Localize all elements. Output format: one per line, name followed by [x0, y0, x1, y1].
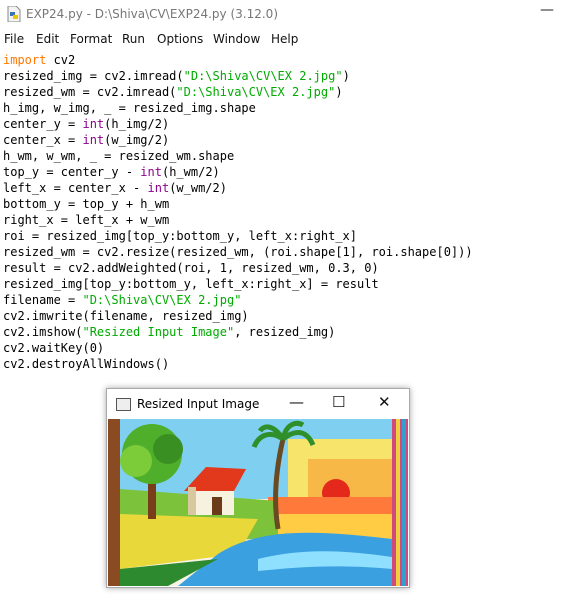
code-token: roi = resized_img[top_y:bottom_y, left_x… [3, 229, 358, 243]
code-token: (h_wm/2) [161, 165, 220, 179]
code-token: resized_img[top_y:bottom_y, left_x:right… [3, 277, 379, 291]
code-token: (w_wm/2) [169, 181, 227, 195]
code-token: result = cv2.addWeighted(roi, 1, resized… [3, 261, 379, 275]
code-token: int [82, 117, 105, 131]
code-token: "D:\Shiva\CV\EX 2.jpg" [82, 293, 242, 307]
code-text[interactable]: import cv2 resized_img = cv2.imread("D:\S… [3, 52, 473, 372]
python-file-icon [7, 6, 21, 22]
code-token: cv2.destroyAllWindows() [3, 357, 170, 371]
code-line[interactable]: cv2.imwrite(filename, resized_img) [3, 308, 473, 324]
code-token: int [82, 133, 105, 147]
code-line[interactable]: roi = resized_img[top_y:bottom_y, left_x… [3, 228, 473, 244]
code-line[interactable]: left_x = center_x - int(w_wm/2) [3, 180, 473, 196]
code-token: (w_img/2) [104, 133, 170, 147]
minimize-button[interactable]: — [540, 2, 554, 18]
image-window-minimize-button[interactable]: — [289, 393, 304, 411]
code-line[interactable]: cv2.waitKey(0) [3, 340, 473, 356]
code-line[interactable]: import cv2 [3, 52, 473, 68]
code-token: h_img, w_img, _ = resized_img.shape [3, 101, 256, 115]
code-line[interactable]: resized_img[top_y:bottom_y, left_x:right… [3, 276, 473, 292]
image-window-titlebar[interactable]: Resized Input Image — ☐ ✕ [107, 389, 409, 419]
code-token: resized_wm = cv2.imread( [3, 85, 177, 99]
code-line[interactable]: center_x = int(w_img/2) [3, 132, 473, 148]
image-window[interactable]: Resized Input Image — ☐ ✕ [106, 388, 410, 588]
code-line[interactable]: bottom_y = top_y + h_wm [3, 196, 473, 212]
code-line[interactable]: h_wm, w_wm, _ = resized_wm.shape [3, 148, 473, 164]
code-line[interactable]: resized_wm = cv2.resize(resized_wm, (roi… [3, 244, 473, 260]
menu-format[interactable]: Format [70, 32, 112, 46]
code-token: resized_img = cv2.imread( [3, 69, 184, 83]
code-token: ) [335, 85, 343, 99]
code-line[interactable]: resized_wm = cv2.imread("D:\Shiva\CV\EX … [3, 84, 473, 100]
menu-help[interactable]: Help [271, 32, 298, 46]
code-line[interactable]: right_x = left_x + w_wm [3, 212, 473, 228]
code-token: cv2.waitKey(0) [3, 341, 105, 355]
code-token: filename = [3, 293, 83, 307]
menu-options[interactable]: Options [157, 32, 203, 46]
menu-run[interactable]: Run [122, 32, 145, 46]
code-line[interactable]: resized_img = cv2.imread("D:\Shiva\CV\EX… [3, 68, 473, 84]
code-line[interactable]: cv2.destroyAllWindows() [3, 356, 473, 372]
code-line[interactable]: center_y = int(h_img/2) [3, 116, 473, 132]
code-token: cv2.imwrite(filename, resized_img) [3, 309, 249, 323]
code-token: left_x = center_x - [3, 181, 148, 195]
code-token: center_x = [3, 133, 83, 147]
code-token: center_y = [3, 117, 83, 131]
image-window-maximize-button[interactable]: ☐ [332, 393, 345, 411]
window-app-icon [116, 398, 131, 411]
code-token: , resized_img) [234, 325, 336, 339]
code-token: "D:\Shiva\CV\EX 2.jpg" [183, 69, 343, 83]
code-token: h_wm, w_wm, _ = resized_wm.shape [3, 149, 235, 163]
image-window-title: Resized Input Image [137, 397, 260, 411]
window-titlebar: EXP24.py - D:\Shiva\CV\EXP24.py (3.12.0)… [0, 0, 575, 29]
displayed-image [108, 419, 408, 586]
code-token: int [140, 165, 162, 179]
window-title: EXP24.py - D:\Shiva\CV\EXP24.py (3.12.0) [26, 7, 278, 21]
menu-window[interactable]: Window [213, 32, 260, 46]
code-token: right_x = left_x + w_wm [3, 213, 170, 227]
menu-edit[interactable]: Edit [36, 32, 59, 46]
landscape-drawing-image [108, 419, 408, 586]
code-token: "Resized Input Image" [82, 325, 235, 339]
code-token: ) [342, 69, 350, 83]
menu-bar: File Edit Format Run Options Window Help [0, 29, 575, 50]
code-token: "D:\Shiva\CV\EX 2.jpg" [176, 85, 336, 99]
code-token: import [3, 53, 47, 67]
code-token: cv2.imshow( [3, 325, 83, 339]
code-line[interactable]: result = cv2.addWeighted(roi, 1, resized… [3, 260, 473, 276]
code-token: resized_wm = cv2.resize(resized_wm, (roi… [3, 245, 473, 259]
code-token: cv2 [46, 53, 76, 67]
code-line[interactable]: filename = "D:\Shiva\CV\EX 2.jpg" [3, 292, 473, 308]
code-line[interactable]: cv2.imshow("Resized Input Image", resize… [3, 324, 473, 340]
code-line[interactable]: h_img, w_img, _ = resized_img.shape [3, 100, 473, 116]
code-line[interactable]: top_y = center_y - int(h_wm/2) [3, 164, 473, 180]
code-token: int [147, 181, 170, 195]
code-token: bottom_y = top_y + h_wm [3, 197, 170, 211]
menu-file[interactable]: File [4, 32, 24, 46]
code-token: (h_img/2) [104, 117, 170, 131]
image-window-close-button[interactable]: ✕ [378, 393, 391, 411]
code-token: top_y = center_y - [3, 165, 141, 179]
